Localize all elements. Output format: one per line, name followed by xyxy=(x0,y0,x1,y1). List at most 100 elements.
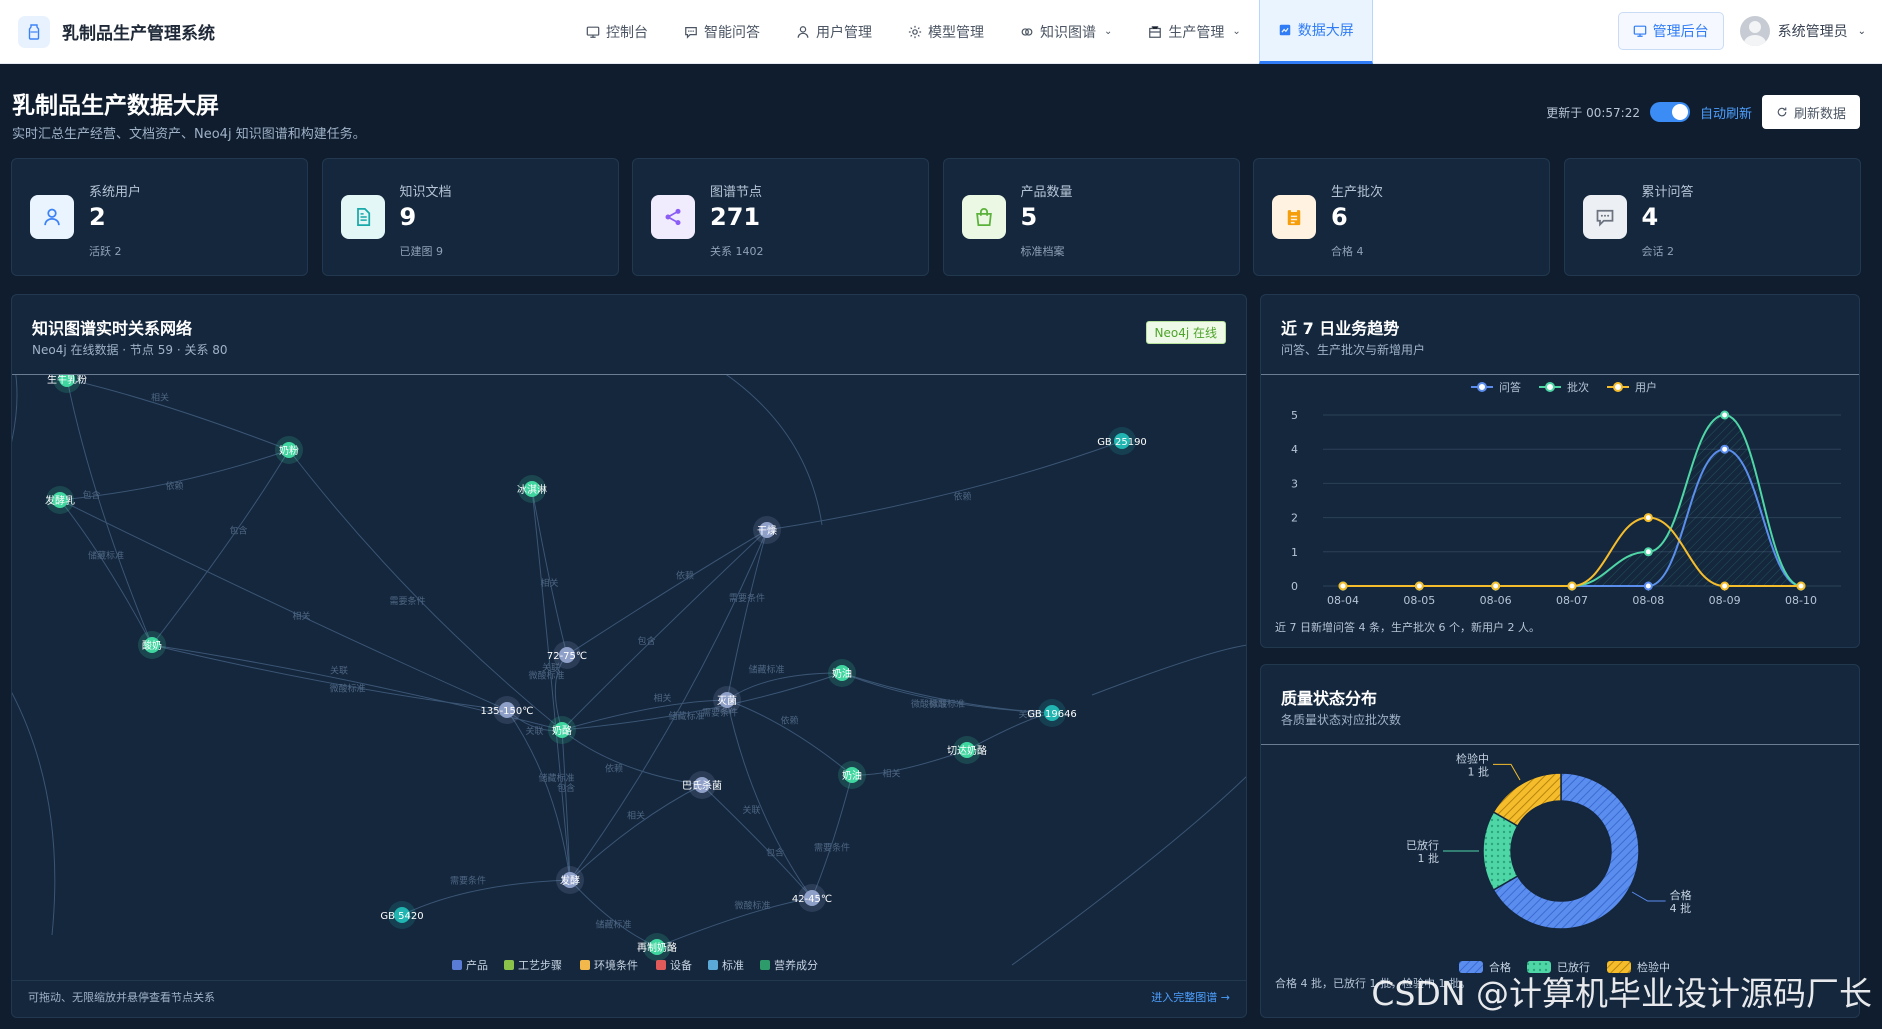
brand[interactable]: 乳制品生产管理系统 xyxy=(18,15,538,48)
stat-card[interactable]: 图谱节点 271 关系 1402 xyxy=(632,158,929,276)
graph-node-label: 42-45℃ xyxy=(792,894,832,905)
graph-title: 知识图谱实时关系网络 xyxy=(32,319,193,338)
stat-card[interactable]: 系统用户 2 活跃 2 xyxy=(11,158,308,276)
graph-node-label: 奶酪 xyxy=(552,724,572,737)
graph-edge-label: 相关 xyxy=(627,810,645,822)
graph-node[interactable]: 奶酪 xyxy=(548,716,576,744)
data-point[interactable] xyxy=(1643,547,1653,557)
stat-card[interactable]: 累计问答 4 会话 2 xyxy=(1563,158,1861,276)
graph-node[interactable]: 奶粉 xyxy=(275,436,303,464)
stat-card[interactable]: 生产批次 6 合格 4 xyxy=(1253,158,1550,276)
graph-node[interactable]: 酸奶 xyxy=(138,631,166,659)
graph-edge-label: 储藏标准 xyxy=(538,772,574,784)
legend-label: 问答 xyxy=(1499,380,1521,394)
stat-card[interactable]: 知识文档 9 已建图 9 xyxy=(321,158,619,276)
graph-node-label: 生牛乳粉 xyxy=(47,375,87,386)
watermark: CSDN @计算机毕业设计源码厂长 xyxy=(1371,974,1872,1013)
data-point[interactable] xyxy=(1643,581,1653,591)
pie-callout-line xyxy=(1631,891,1666,902)
graph-node-label: 奶粉 xyxy=(279,444,299,457)
graph-node[interactable]: 135-150℃ xyxy=(480,696,534,724)
graph-node[interactable]: GB 19646 xyxy=(1027,699,1077,727)
quality-panel: 质量状态分布 各质量状态对应批次数 合格 4 批已放行 1 批检验中 1 批合格 已放行… xyxy=(1260,664,1860,1018)
y-tick-label: 1 xyxy=(1291,546,1298,559)
stat-card[interactable]: 产品数量 5 标准档案 xyxy=(942,158,1240,276)
data-point[interactable] xyxy=(1720,581,1730,591)
nav-item-4[interactable]: 知识图谱 ⌄ xyxy=(1002,0,1130,64)
bag-icon xyxy=(961,195,1006,239)
gear-icon xyxy=(908,25,922,38)
data-point[interactable] xyxy=(1643,513,1653,523)
graph-node[interactable]: GB 5420 xyxy=(380,901,424,929)
refresh-data-button[interactable]: 刷新数据 xyxy=(1761,95,1860,129)
nav-item-1[interactable]: 智能问答 xyxy=(666,0,778,64)
stat-value: 5 xyxy=(1020,203,1038,231)
graph-node[interactable]: 奶油 xyxy=(838,761,866,789)
nav-item-2[interactable]: 用户管理 xyxy=(778,0,890,64)
pie-slice[interactable] xyxy=(1492,772,1562,828)
y-tick-label: 5 xyxy=(1291,409,1298,422)
stat-label: 系统用户 xyxy=(89,185,142,200)
nav-item-3[interactable]: 模型管理 xyxy=(890,0,1002,64)
graph-edge xyxy=(569,879,658,948)
graph-node-label: 巴氏杀菌 xyxy=(682,779,722,792)
nav-item-0[interactable]: 控制台 xyxy=(568,0,666,64)
nav-item-label: 知识图谱 xyxy=(1040,24,1096,41)
page-title: 乳制品生产数据大屏 xyxy=(12,93,219,119)
graph-edge-label: 相关 xyxy=(540,577,558,589)
open-full-graph-link[interactable]: 进入完整图谱 → xyxy=(1151,989,1230,1005)
graph-edge xyxy=(66,378,290,451)
graph-node-label: 冰淇淋 xyxy=(517,483,547,496)
pie-callout-label: 合格 xyxy=(1670,888,1692,902)
graph-node[interactable]: 巴氏杀菌 xyxy=(682,771,722,799)
data-point[interactable] xyxy=(1414,581,1424,591)
chevron-down-icon: ⌄ xyxy=(1857,25,1866,37)
stat-label: 图谱节点 xyxy=(710,185,763,200)
stat-subtext: 关系 1402 xyxy=(710,245,764,258)
stat-label: 产品数量 xyxy=(1020,185,1073,200)
knowledge-graph-canvas[interactable]: 相关依赖包含需要条件储藏标准微酸标准关联相关依赖包含需要条件储藏标准微酸标准关联… xyxy=(12,375,1247,981)
graph-node[interactable]: 生牛乳粉 xyxy=(47,375,87,393)
graph-node[interactable]: 冰淇淋 xyxy=(517,475,547,503)
quality-donut-chart[interactable]: 合格4 批已放行1 批检验中1 批合格 已放行 检验中 xyxy=(1261,745,1860,985)
top-navbar: 乳制品生产管理系统 控制台 智能问答 用户管理 模型管理 知识图谱 ⌄ 生产管理 ⌄ 数据大屏 … xyxy=(0,0,1882,64)
x-tick-label: 08-06 xyxy=(1480,594,1512,607)
graph-node-label: GB 19646 xyxy=(1027,709,1077,720)
graph-edge-label: 相关 xyxy=(653,692,671,704)
data-point[interactable] xyxy=(1720,410,1730,420)
trend-chart[interactable]: 0 1 2 3 4 5 08-04 08-05 08-06 08-07 08-08 08-09 08-1… xyxy=(1261,375,1860,615)
chat-icon xyxy=(685,26,697,39)
stat-label: 生产批次 xyxy=(1331,185,1384,200)
graph-edge xyxy=(726,699,813,899)
graph-node[interactable]: 切达奶酪 xyxy=(947,736,987,764)
graph-edge xyxy=(531,488,568,656)
graph-hint: 可拖动、无限缩放并悬停查看节点关系 xyxy=(28,991,215,1004)
nav-item-6[interactable]: 数据大屏 xyxy=(1258,0,1373,64)
auto-refresh-toggle[interactable] xyxy=(1649,102,1690,122)
user-name: 系统管理员 xyxy=(1777,24,1848,40)
admin-console-button[interactable]: 管理后台 xyxy=(1617,12,1724,50)
graph-node[interactable]: 发酵 xyxy=(556,866,584,894)
graph-node[interactable]: 奶油 xyxy=(828,659,856,687)
auto-refresh-label: 自动刷新 xyxy=(1699,106,1752,122)
graph-node[interactable]: 再制奶酪 xyxy=(637,933,677,961)
graph-node[interactable]: GB 25190 xyxy=(1097,427,1147,455)
graph-node[interactable]: 发酵乳 xyxy=(45,486,75,514)
graph-node[interactable]: 42-45℃ xyxy=(792,884,832,912)
data-point[interactable] xyxy=(1567,581,1577,591)
data-point[interactable] xyxy=(1720,444,1730,454)
nav-item-5[interactable]: 生产管理 ⌄ xyxy=(1130,0,1258,64)
main-nav: 控制台 智能问答 用户管理 模型管理 知识图谱 ⌄ 生产管理 ⌄ 数据大屏 xyxy=(568,0,1373,64)
graph-edge-label: 储藏标准 xyxy=(595,919,631,931)
user-menu[interactable]: 系统管理员 ⌄ xyxy=(1739,16,1866,46)
graph-edge-label: 依赖 xyxy=(953,491,971,503)
data-point[interactable] xyxy=(1796,581,1806,591)
data-point[interactable] xyxy=(1491,581,1501,591)
graph-edge-label: 相关 xyxy=(882,768,900,780)
graph-node[interactable]: 灭菌 xyxy=(713,686,741,714)
legend-swatch xyxy=(656,960,666,970)
graph-edge xyxy=(561,729,703,786)
legend-label: 设备 xyxy=(670,958,692,972)
data-point[interactable] xyxy=(1338,581,1348,591)
graph-node[interactable]: 干燥 xyxy=(753,516,781,544)
